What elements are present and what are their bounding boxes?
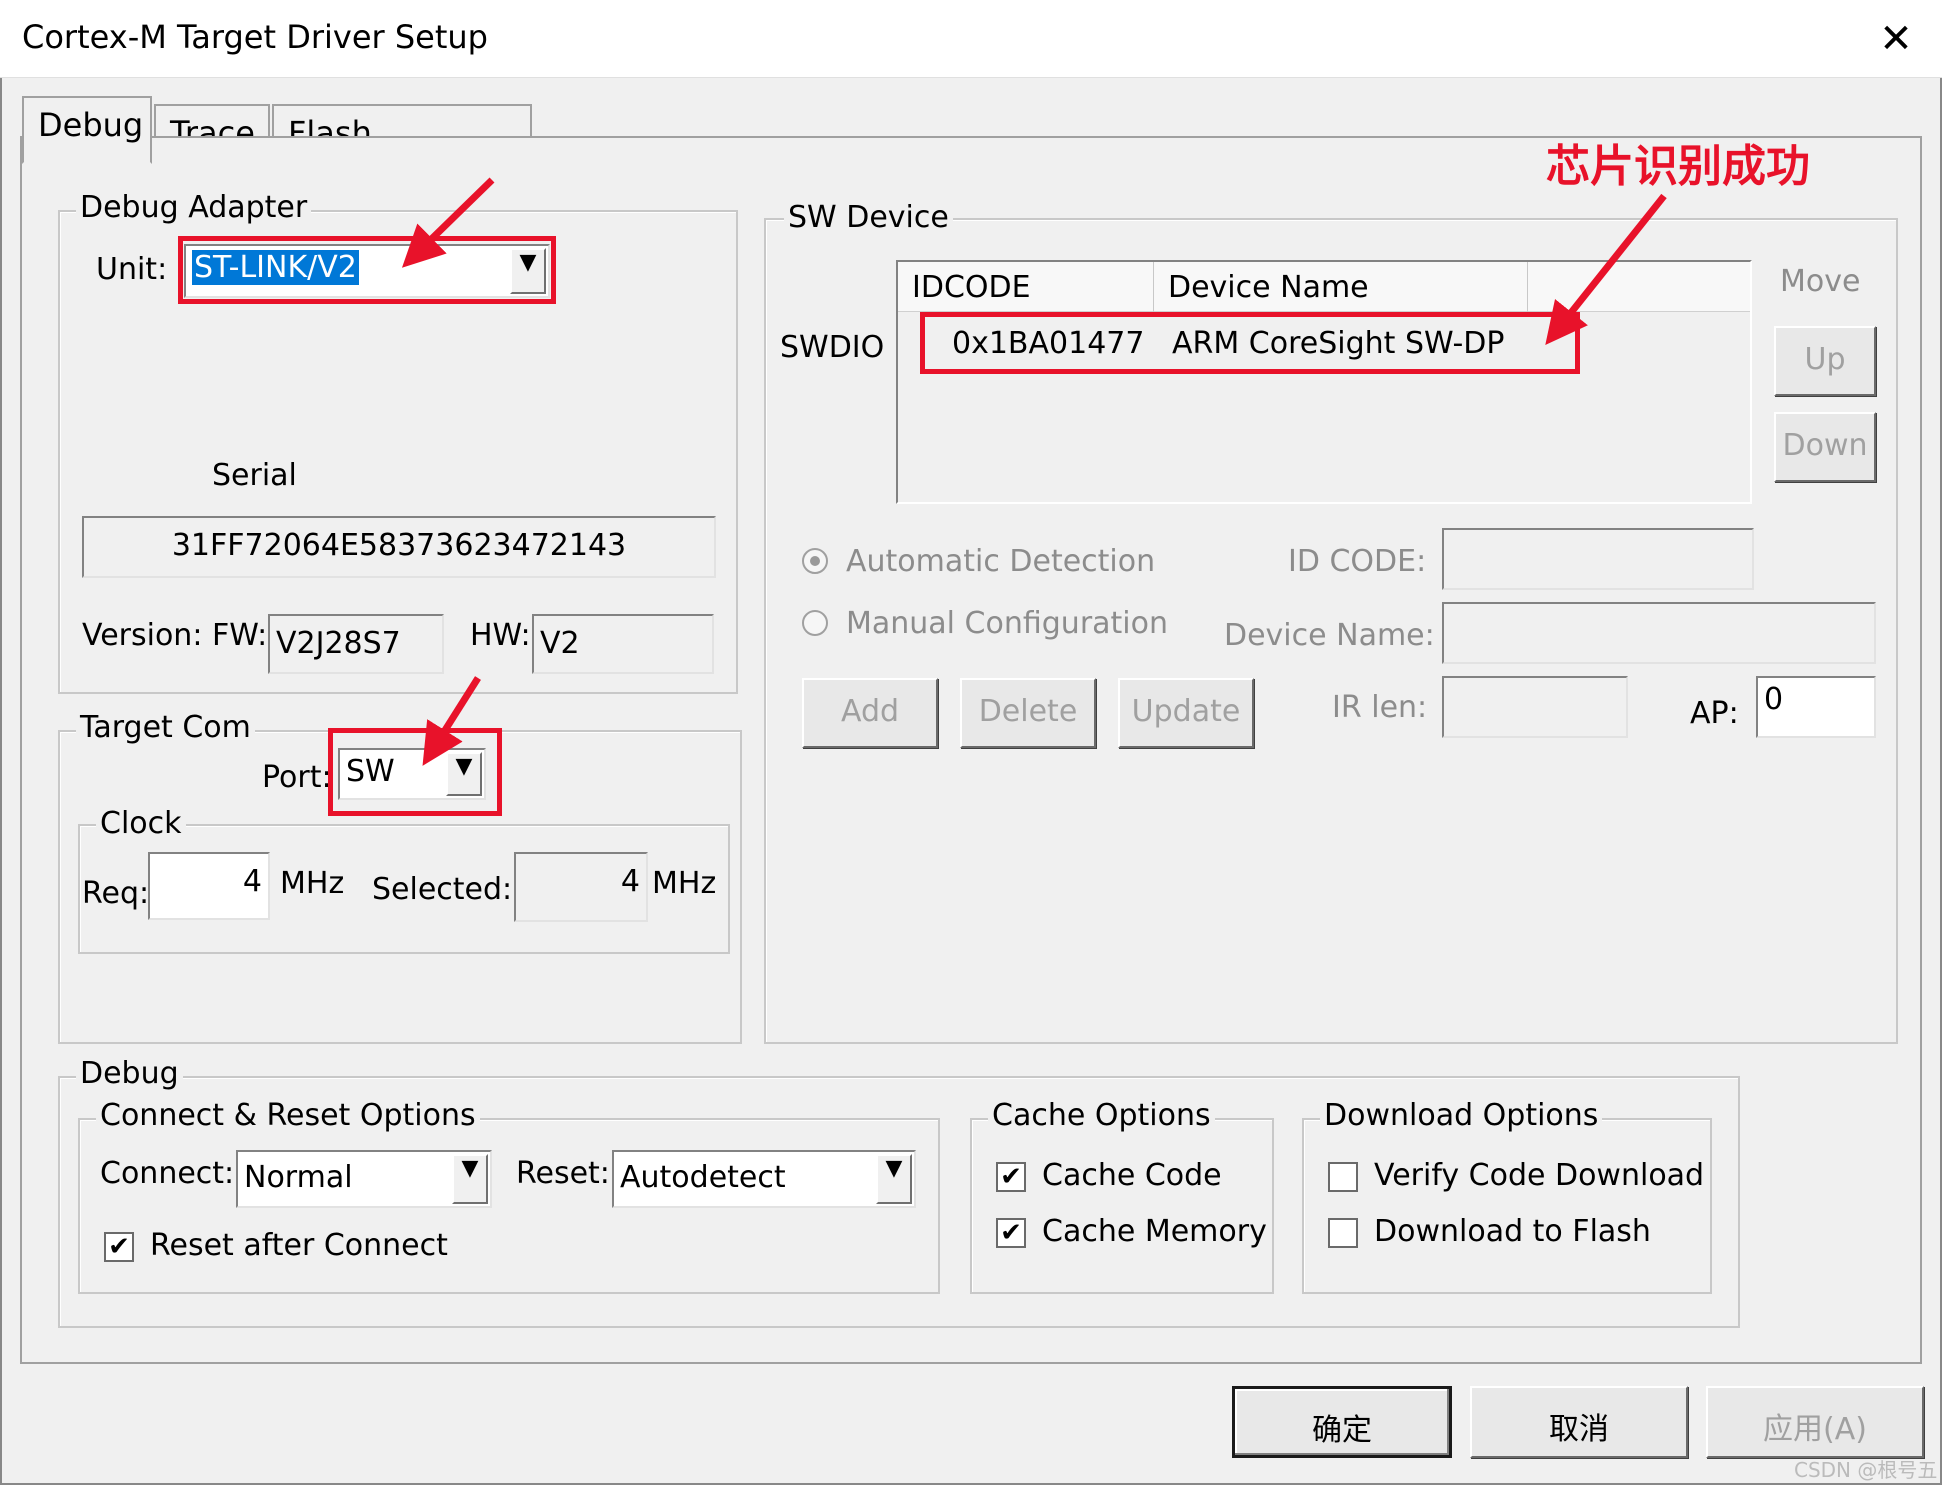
- verify-code-download-label: Verify Code Download: [1374, 1158, 1705, 1193]
- cancel-button[interactable]: 取消: [1470, 1386, 1688, 1458]
- reset-after-connect-label: Reset after Connect: [150, 1228, 448, 1263]
- download-to-flash-checkbox[interactable]: [1328, 1218, 1358, 1248]
- check-icon: ✔: [1000, 1218, 1022, 1248]
- apply-button[interactable]: 应用(A): [1706, 1386, 1924, 1458]
- connect-select[interactable]: Normal ▼: [236, 1150, 492, 1208]
- cache-code-label: Cache Code: [1042, 1158, 1222, 1193]
- connect-value: Normal: [244, 1160, 353, 1195]
- debug-options-legend: Debug: [76, 1056, 183, 1091]
- reset-select[interactable]: Autodetect ▼: [612, 1150, 916, 1208]
- connect-label: Connect:: [100, 1156, 235, 1191]
- cache-options-legend: Cache Options: [988, 1098, 1215, 1133]
- reset-after-connect-checkbox[interactable]: ✔: [104, 1232, 134, 1262]
- reset-value: Autodetect: [620, 1160, 786, 1195]
- cache-memory-checkbox[interactable]: ✔: [996, 1218, 1026, 1248]
- arrow-to-device: [1545, 193, 1667, 345]
- verify-code-download-checkbox[interactable]: [1328, 1162, 1358, 1192]
- reset-label: Reset:: [516, 1156, 610, 1191]
- cache-code-checkbox[interactable]: ✔: [996, 1162, 1026, 1192]
- cache-options-group: [970, 1118, 1274, 1294]
- download-to-flash-label: Download to Flash: [1374, 1214, 1651, 1249]
- watermark: CSDN @根号五: [1794, 1458, 1938, 1482]
- arrow-to-unit: [401, 177, 495, 268]
- chevron-down-icon[interactable]: ▼: [452, 1154, 488, 1204]
- download-options-group: [1302, 1118, 1712, 1294]
- cache-memory-label: Cache Memory: [1042, 1214, 1267, 1249]
- arrow-to-port: [422, 676, 481, 766]
- ok-button[interactable]: 确定: [1232, 1386, 1452, 1458]
- check-icon: ✔: [108, 1232, 130, 1262]
- download-options-legend: Download Options: [1320, 1098, 1603, 1133]
- check-icon: ✔: [1000, 1162, 1022, 1192]
- chevron-down-icon[interactable]: ▼: [876, 1154, 912, 1204]
- tab-debug[interactable]: Debug: [22, 96, 152, 164]
- connect-reset-legend: Connect & Reset Options: [96, 1098, 480, 1133]
